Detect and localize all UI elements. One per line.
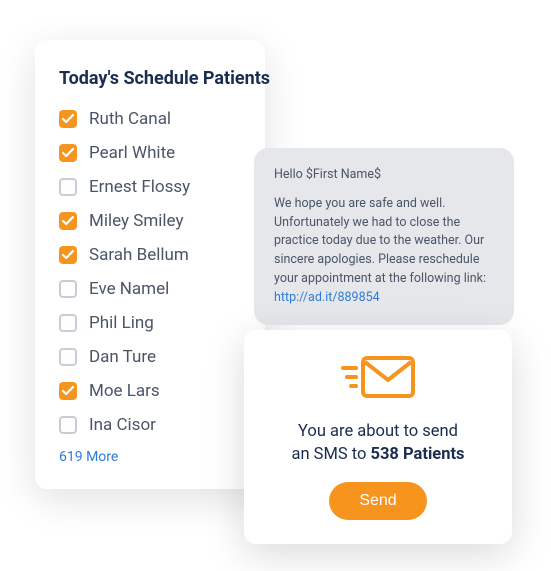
patient-name: Moe Lars (89, 381, 160, 401)
schedule-card: Today's Schedule Patients Ruth Canal Pear… (35, 40, 265, 489)
patient-row: Phil Ling (59, 313, 241, 333)
message-bubble: Hello $First Name$ We hope you are safe … (254, 148, 514, 325)
patient-name: Ernest Flossy (89, 177, 190, 197)
patient-row: Ernest Flossy (59, 177, 241, 197)
schedule-title: Today's Schedule Patients (59, 68, 241, 89)
patient-row: Dan Ture (59, 347, 241, 367)
patient-row: Ina Cisor (59, 415, 241, 435)
send-card: You are about to send an SMS to 538 Pati… (244, 330, 512, 544)
patient-name: Ruth Canal (89, 109, 171, 129)
patient-name: Pearl White (89, 143, 175, 163)
more-link[interactable]: 619 More (59, 449, 241, 465)
patient-checkbox[interactable] (59, 280, 77, 298)
patient-row: Pearl White (59, 143, 241, 163)
patient-checkbox[interactable] (59, 178, 77, 196)
patient-checkbox[interactable] (59, 314, 77, 332)
patient-checkbox[interactable] (59, 144, 77, 162)
patient-name: Sarah Bellum (89, 245, 189, 265)
patient-name: Dan Ture (89, 347, 156, 367)
patient-checkbox[interactable] (59, 110, 77, 128)
patient-name: Ina Cisor (89, 415, 156, 435)
patient-name: Eve Namel (89, 279, 169, 299)
patient-checkbox[interactable] (59, 246, 77, 264)
patient-row: Eve Namel (59, 279, 241, 299)
patient-checkbox[interactable] (59, 382, 77, 400)
patient-checkbox[interactable] (59, 416, 77, 434)
patient-name: Phil Ling (89, 313, 154, 333)
patient-name: Miley Smiley (89, 211, 184, 231)
message-link[interactable]: http://ad.it/889854 (274, 290, 380, 305)
patient-checkbox[interactable] (59, 212, 77, 230)
message-body: We hope you are safe and well. Unfortuna… (274, 195, 494, 308)
patient-checkbox[interactable] (59, 348, 77, 366)
patient-row: Sarah Bellum (59, 245, 241, 265)
send-button[interactable]: Send (329, 482, 426, 520)
patient-row: Moe Lars (59, 381, 241, 401)
message-greeting: Hello $First Name$ (274, 166, 494, 185)
send-count: 538 Patients (370, 445, 464, 464)
send-text: You are about to send an SMS to 538 Pati… (264, 420, 492, 466)
patient-row: Ruth Canal (59, 109, 241, 129)
send-mail-icon (264, 354, 492, 406)
patient-row: Miley Smiley (59, 211, 241, 231)
patient-list: Ruth Canal Pearl White Ernest Flossy Miley … (59, 109, 241, 435)
